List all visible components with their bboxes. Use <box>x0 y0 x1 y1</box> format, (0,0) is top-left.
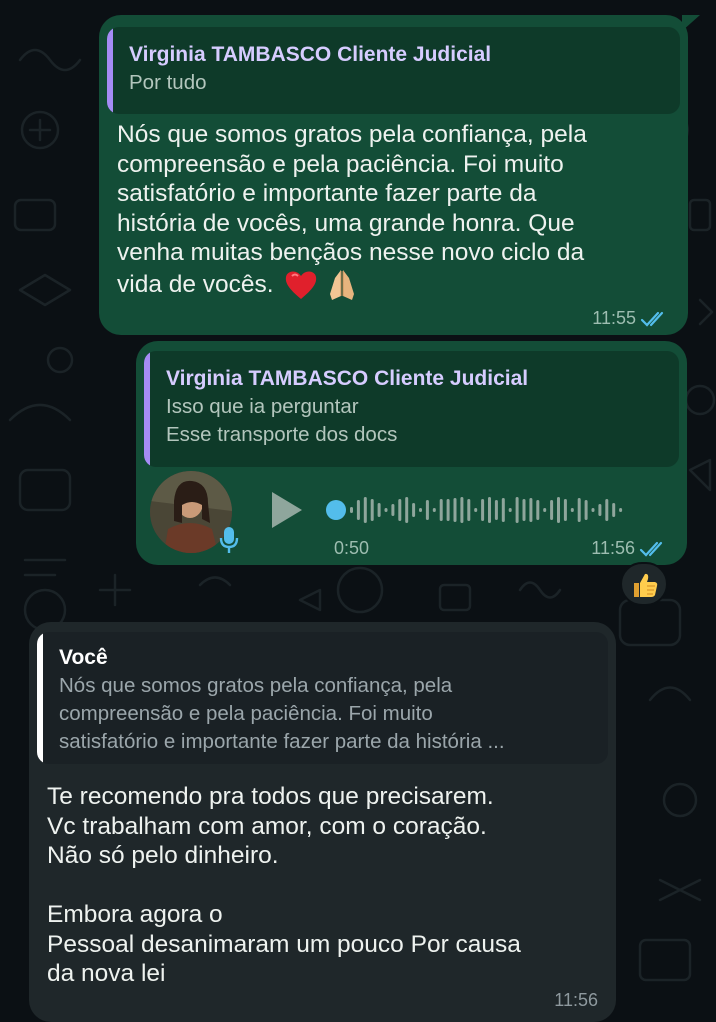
waveform-bar <box>363 497 367 523</box>
bubble-tail <box>682 15 700 31</box>
voice-duration: 0:50 <box>334 538 370 558</box>
waveform-bar <box>529 498 533 522</box>
thumbs-up-icon <box>634 573 658 597</box>
message-text-line: Não só pelo dinheiro. <box>47 842 279 869</box>
quoted-text: Isso que ia perguntar <box>166 395 359 418</box>
waveform-bar <box>563 499 567 521</box>
quoted-text: Esse transporte dos docs <box>166 423 398 446</box>
message-text-line: vida de vocês. <box>117 270 274 298</box>
quoted-author: Você <box>59 646 108 669</box>
waveform-bar <box>460 497 464 523</box>
message-text-line: Vc trabalham com amor, com o coração. <box>47 812 487 840</box>
red-heart-icon <box>285 271 316 299</box>
folded-hands-icon <box>329 269 354 300</box>
waveform-bar <box>467 499 471 521</box>
waveform-bar <box>557 497 560 523</box>
waveform-bar <box>453 498 457 522</box>
message-text-line: Te recomendo pra todos que precisarem. <box>47 783 494 810</box>
waveform-bar <box>501 498 505 522</box>
message-time: 11:55 <box>592 308 636 328</box>
message-text-line: Embora agora o <box>47 901 223 928</box>
waveform-bar <box>605 499 609 521</box>
outgoing-message-bubble[interactable]: Virginia TAMBASCO Cliente Judicial Por t… <box>99 15 688 335</box>
double-check-read-icon <box>639 541 663 557</box>
microphone-icon <box>219 527 239 553</box>
waveform-bar <box>439 499 443 521</box>
waveform-bar <box>577 498 581 522</box>
message-text-line: venha muitas bençãos nesse novo ciclo da <box>117 239 585 266</box>
message-text-line: da nova lei <box>47 960 166 987</box>
waveform-bar <box>419 508 422 512</box>
quoted-text: satisfatório e importante fazer parte da… <box>59 730 505 753</box>
waveform-bar <box>619 508 623 512</box>
double-check-read-icon <box>640 311 664 327</box>
voice-waveform[interactable] <box>322 488 662 532</box>
message-text-line: satisfatório e importante fazer parte da <box>117 180 537 207</box>
message-text-line <box>47 871 521 901</box>
waveform-bar <box>570 508 574 512</box>
quoted-text: compreensão e pela paciência. Foi muito <box>59 702 433 725</box>
waveform-bar <box>377 503 381 517</box>
waveform-bar <box>591 508 595 512</box>
waveform-bar <box>446 499 450 521</box>
waveform-bar <box>384 508 388 512</box>
outgoing-voice-message-bubble[interactable]: Virginia TAMBASCO Cliente Judicial Isso … <box>136 341 687 565</box>
quoted-text: Por tudo <box>129 71 207 94</box>
waveform-bar <box>584 500 588 520</box>
waveform-bar <box>598 504 602 516</box>
waveform-bar <box>432 508 436 512</box>
waveform-bar <box>543 508 547 512</box>
incoming-message-bubble[interactable]: Você Nós que somos gratos pela confiança… <box>29 622 616 1022</box>
message-time: 11:56 <box>591 538 635 558</box>
waveform-bar <box>370 499 374 521</box>
playback-scrubber[interactable] <box>326 500 346 520</box>
waveform-bar <box>494 500 498 520</box>
message-text-line: compreensão e pela paciência. Foi muito <box>117 150 564 178</box>
quoted-text: Nós que somos gratos pela confiança, pel… <box>59 674 453 697</box>
waveform-bar <box>391 504 395 516</box>
waveform-bar <box>356 500 360 520</box>
waveform-bar <box>474 508 478 512</box>
message-time: 11:56 <box>554 990 598 1010</box>
waveform-bar <box>612 503 616 517</box>
waveform-bar <box>515 497 519 523</box>
waveform-bar <box>508 508 512 512</box>
waveform-bar <box>536 500 540 520</box>
waveform-bar <box>398 499 402 521</box>
waveform-bar <box>488 497 491 523</box>
waveform-bar <box>350 507 353 513</box>
waveform-bar <box>550 500 554 520</box>
message-text-line: história de vocês, uma grande honra. Que <box>117 209 575 237</box>
waveform-bar <box>522 499 526 521</box>
message-text-line: Pessoal desanimaram um pouco Por causa <box>47 930 521 958</box>
quoted-message[interactable]: Virginia TAMBASCO Cliente Judicial Por t… <box>107 27 680 114</box>
waveform-bar <box>481 499 485 521</box>
quoted-author: Virginia TAMBASCO Cliente Judicial <box>166 367 529 390</box>
quoted-message[interactable]: Você Nós que somos gratos pela confiança… <box>37 632 608 764</box>
waveform-bar <box>425 500 429 520</box>
message-text-line: Nós que somos gratos pela confiança, pel… <box>117 121 587 148</box>
quoted-author: Virginia TAMBASCO Cliente Judicial <box>129 43 492 66</box>
reaction-badge[interactable] <box>620 562 668 606</box>
waveform-bar <box>405 497 409 523</box>
waveform-bar <box>412 503 416 517</box>
quoted-message[interactable]: Virginia TAMBASCO Cliente Judicial Isso … <box>144 351 679 467</box>
play-icon[interactable] <box>269 490 305 530</box>
